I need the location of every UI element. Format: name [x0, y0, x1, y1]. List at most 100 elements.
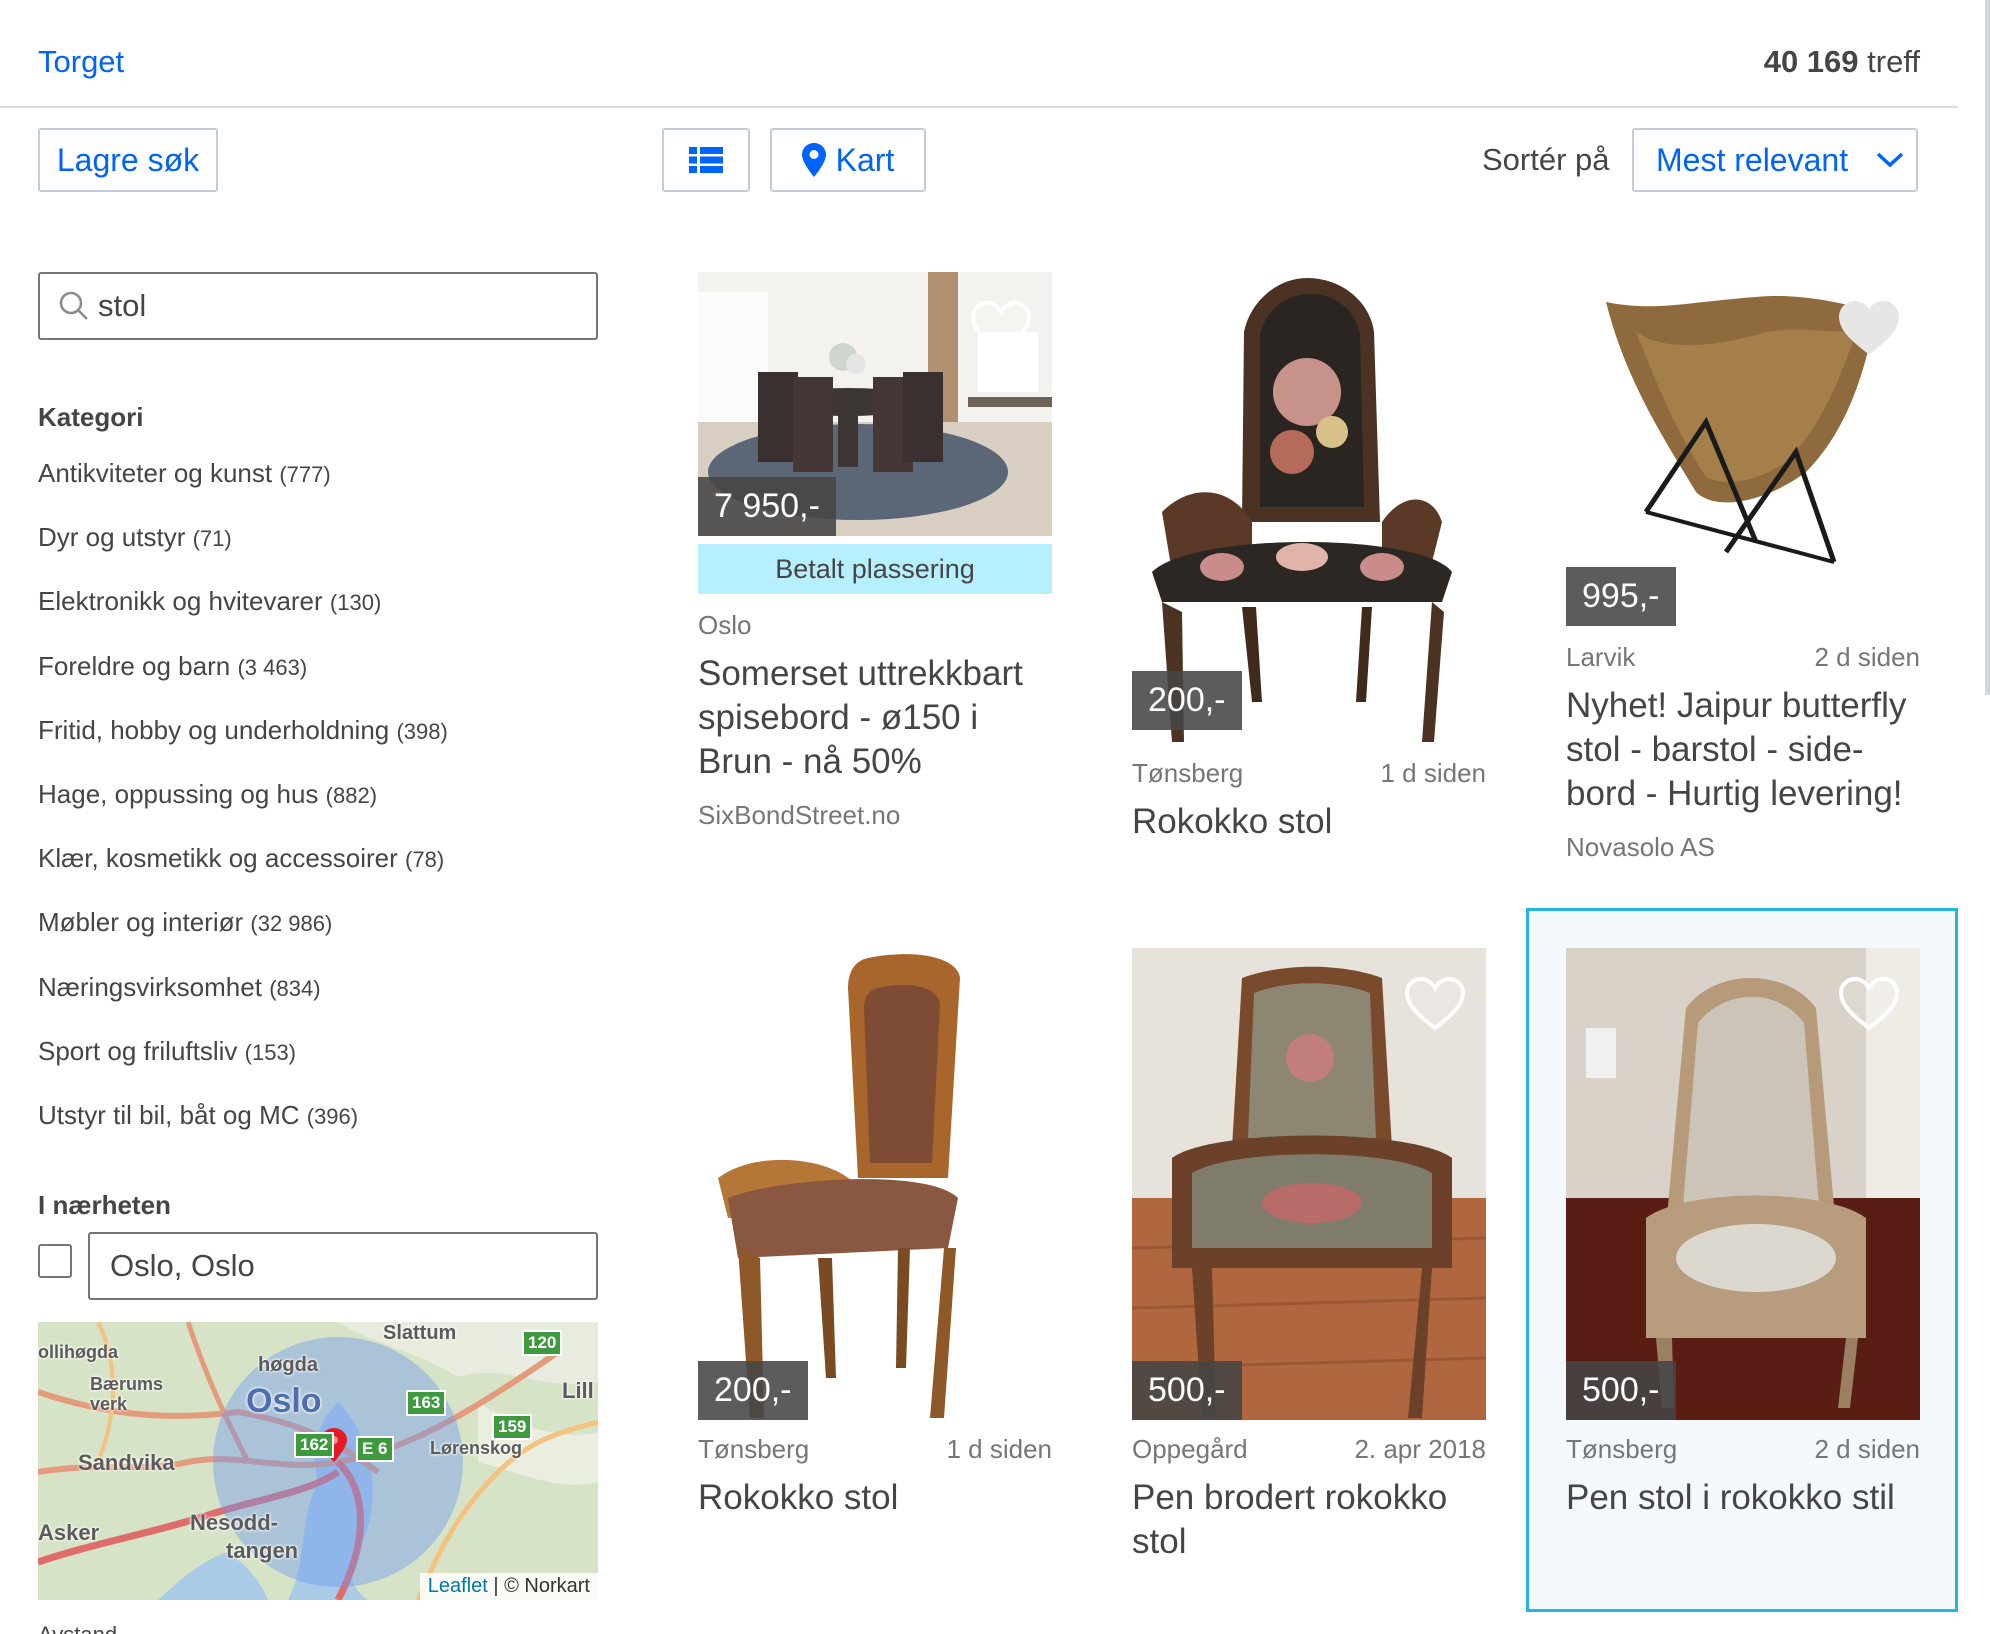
- favorite-button[interactable]: [1404, 300, 1466, 361]
- listing-image: 200,-: [698, 948, 1052, 1420]
- favorite-button[interactable]: [1838, 300, 1900, 361]
- listing-card[interactable]: 200,- Tønsberg 1 d siden Rokokko stol: [1132, 272, 1486, 852]
- road-shield: 159: [492, 1414, 533, 1440]
- favorite-button[interactable]: [1404, 976, 1466, 1037]
- listing-title[interactable]: Pen stol i rokokko stil: [1566, 1476, 1920, 1520]
- hits-number: 40 169: [1763, 44, 1859, 79]
- category-item[interactable]: Dyr og utstyr (71): [38, 522, 448, 586]
- sort-label: Sortér på: [1482, 142, 1610, 177]
- category-count: (153): [244, 1039, 296, 1065]
- nearby-location-field[interactable]: Oslo, Oslo: [88, 1232, 598, 1300]
- listing-title[interactable]: Nyhet! Jaipur butterfly stol - barstol -…: [1566, 684, 1920, 816]
- category-count: (396): [306, 1103, 359, 1129]
- heart-icon: [970, 300, 1032, 355]
- listing-location: Tønsberg: [698, 1434, 810, 1464]
- map-view-button[interactable]: Kart: [770, 128, 926, 192]
- listing-card[interactable]: 200,- Tønsberg 1 d siden Rokokko stol: [698, 948, 1052, 1528]
- category-label: Møbler og interiør: [38, 907, 244, 938]
- breadcrumb-torget[interactable]: Torget: [38, 44, 124, 80]
- listing-image: 500,-: [1132, 948, 1486, 1420]
- listing-price: 200,-: [698, 1361, 808, 1420]
- listing-price: 200,-: [1132, 671, 1242, 730]
- category-item[interactable]: Foreldre og barn (3 463): [38, 651, 448, 715]
- sort-select[interactable]: Mest relevant: [1632, 128, 1918, 192]
- save-search-button[interactable]: Lagre søk: [38, 128, 218, 192]
- category-item[interactable]: Utstyr til bil, båt og MC (396): [38, 1100, 448, 1164]
- category-count: (882): [325, 782, 378, 808]
- category-count: (32 986): [250, 911, 333, 937]
- listing-location: Larvik: [1566, 642, 1636, 672]
- listing-price: 500,-: [1566, 1361, 1676, 1420]
- listing-age: 1 d siden: [1380, 758, 1486, 788]
- category-count: (398): [396, 718, 448, 744]
- top-bar: Torget 40 169 treff: [0, 0, 1958, 108]
- distance-label: Avstand: [38, 1622, 117, 1634]
- heart-icon: [1404, 300, 1466, 355]
- listing-card[interactable]: 995,- Larvik 2 d siden Nyhet! Jaipur but…: [1566, 272, 1920, 872]
- listing-title[interactable]: Somerset uttrekkbart spisebord - ø150 i …: [698, 652, 1052, 784]
- map-place-label: Nesodd-: [190, 1510, 278, 1535]
- listing-title[interactable]: Pen brodert rokokko stol: [1132, 1476, 1486, 1564]
- listing-image: 500,-: [1566, 948, 1920, 1420]
- favorite-button[interactable]: [970, 300, 1032, 361]
- category-item[interactable]: Sport og friluftsliv (153): [38, 1036, 448, 1100]
- listing-seller: SixBondStreet.no: [698, 800, 901, 830]
- listing-title[interactable]: Rokokko stol: [1132, 800, 1486, 844]
- search-icon: [59, 291, 88, 320]
- category-item[interactable]: Møbler og interiør (32 986): [38, 907, 448, 971]
- list-view-button[interactable]: [662, 128, 750, 192]
- road-shield: 162: [294, 1432, 335, 1458]
- heart-icon: [1404, 976, 1466, 1031]
- listing-meta: Oslo: [698, 610, 1052, 641]
- category-item[interactable]: Hage, oppussing og hus (882): [38, 779, 448, 843]
- category-item[interactable]: Klær, kosmetikk og accessoirer (78): [38, 843, 448, 907]
- category-count: (71): [192, 526, 232, 552]
- listing-age: 2. apr 2018: [1354, 1434, 1486, 1464]
- category-label: Hage, oppussing og hus: [38, 778, 319, 809]
- nearby-checkbox[interactable]: [38, 1244, 72, 1278]
- favorite-button[interactable]: [1838, 976, 1900, 1037]
- listing-price: 7 950,-: [698, 477, 836, 536]
- listing-image: 200,-: [1132, 272, 1486, 744]
- listing-meta: Tønsberg 1 d siden: [1132, 758, 1486, 789]
- listing-card[interactable]: 500,- Tønsberg 2 d siden Pen stol i roko…: [1566, 948, 1920, 1528]
- listing-location: Tønsberg: [1566, 1434, 1678, 1464]
- hits-label: treff: [1867, 44, 1920, 79]
- category-label: Sport og friluftsliv: [38, 1035, 238, 1066]
- map-attribution-text: | © Norkart: [493, 1575, 590, 1597]
- category-item[interactable]: Elektronikk og hvitevarer (130): [38, 586, 448, 650]
- category-count: (777): [279, 462, 331, 487]
- map-place-label: høgda: [258, 1354, 318, 1376]
- heart-icon: [1838, 976, 1900, 1031]
- heart-icon: [1838, 300, 1900, 355]
- category-label: Foreldre og barn: [38, 650, 231, 681]
- category-item[interactable]: Næringsvirksomhet (834): [38, 972, 448, 1036]
- listing-price: 995,-: [1566, 567, 1676, 626]
- category-heading: Kategori: [38, 402, 144, 432]
- search-input-value: stol: [98, 288, 147, 323]
- listing-card[interactable]: 500,- Oppegård 2. apr 2018 Pen brodert r…: [1132, 948, 1486, 1568]
- map-place-label: Lill: [562, 1378, 594, 1403]
- category-list: Antikviteter og kunst (777) Dyr og utsty…: [38, 458, 448, 1164]
- listing-image: 7 950,-: [698, 272, 1052, 536]
- category-item[interactable]: Antikviteter og kunst (777): [38, 458, 448, 522]
- favorite-button[interactable]: [970, 976, 1032, 1037]
- listing-location: Tønsberg: [1132, 758, 1244, 788]
- leaflet-link[interactable]: Leaflet: [428, 1575, 488, 1597]
- category-count: (3 463): [237, 654, 308, 680]
- road-shield: 120: [522, 1330, 563, 1356]
- road-shield: 163: [406, 1390, 447, 1416]
- category-label: Utstyr til bil, båt og MC: [38, 1099, 300, 1130]
- search-input[interactable]: stol: [38, 272, 598, 340]
- map-pin-icon: [801, 143, 826, 177]
- category-item[interactable]: Fritid, hobby og underholdning (398): [38, 715, 448, 779]
- nearby-map[interactable]: ollihøgda Bærums verk høgda Slattum Oslo…: [38, 1322, 598, 1600]
- paid-placement-badge: Betalt plassering: [698, 544, 1052, 594]
- listing-seller: Novasolo AS: [1566, 832, 1715, 862]
- listing-age: 2 d siden: [1814, 1434, 1920, 1464]
- listing-card[interactable]: 7 950,- Betalt plassering Oslo Somerset …: [698, 272, 1052, 832]
- scrollbar[interactable]: [1985, 0, 1990, 695]
- listing-meta: Tønsberg 1 d siden: [698, 1434, 1052, 1465]
- listing-title[interactable]: Rokokko stol: [698, 1476, 1052, 1520]
- sort-select-value: Mest relevant: [1656, 141, 1849, 178]
